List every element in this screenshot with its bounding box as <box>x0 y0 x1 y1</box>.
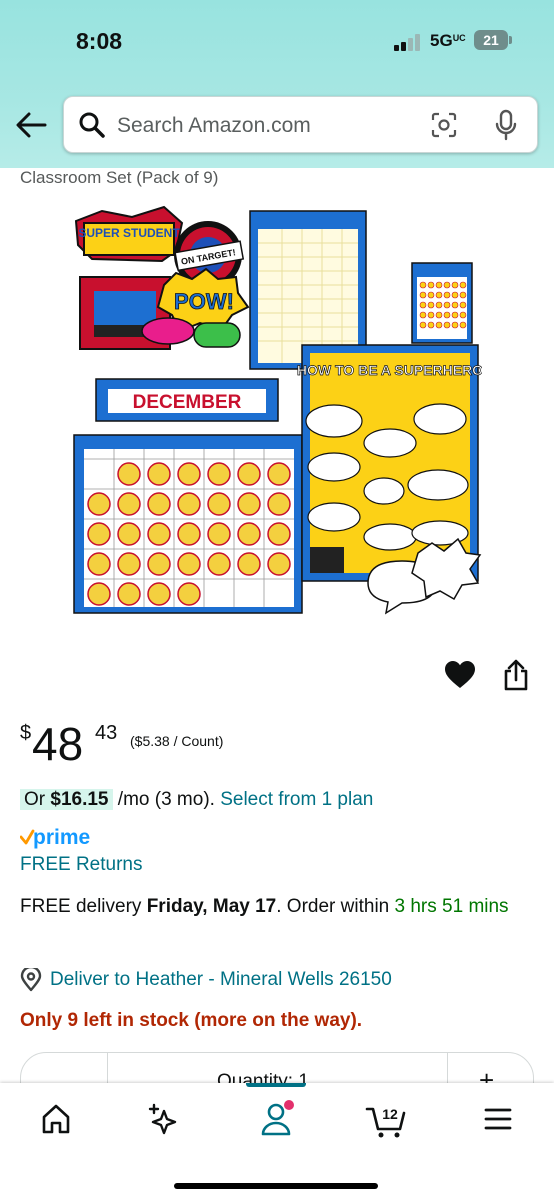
search-bar[interactable]: Search Amazon.com <box>63 96 538 153</box>
search-input[interactable]: Search Amazon.com <box>117 114 311 138</box>
plan-amount: $16.15 <box>50 789 109 810</box>
notification-dot <box>284 1100 294 1110</box>
status-time: 8:08 <box>76 28 123 54</box>
location-pin-icon <box>20 968 42 992</box>
badge-3-text: POW! <box>174 289 234 314</box>
super-student-badge: SUPER STUDENT <box>74 205 184 263</box>
badge-1-text: SUPER STUDENT <box>78 226 180 240</box>
unit-price: ($5.38 / Count) <box>130 733 224 749</box>
sticker-sheet <box>411 262 473 344</box>
delivery-info: FREE delivery Friday, May 17. Order with… <box>20 893 530 921</box>
delivery-countdown: 3 hrs 51 mins <box>394 896 509 917</box>
price-currency: $ <box>20 722 32 744</box>
microphone-icon[interactable] <box>494 109 518 141</box>
cart-icon[interactable]: 12 <box>364 1099 410 1139</box>
camera-search-icon[interactable] <box>430 111 458 139</box>
price-whole: 48 <box>32 718 84 770</box>
network-label: 5G <box>430 31 453 50</box>
plan-highlight: Or $16.15 <box>20 789 113 810</box>
rufus-sparkle-icon[interactable] <box>144 1099 184 1139</box>
free-returns-link[interactable]: FREE Returns <box>20 854 142 876</box>
account-tab-underline <box>246 1083 306 1087</box>
installment-plan: Or $16.15 /mo (3 mo). Select from 1 plan <box>20 786 373 814</box>
share-icon[interactable] <box>502 659 530 691</box>
battery-icon: 21 <box>474 30 512 50</box>
deliver-to-text: Deliver to Heather - Mineral Wells 26150 <box>50 969 392 990</box>
delivery-middle: . Order within <box>276 896 395 917</box>
cart-count: 12 <box>382 1106 398 1122</box>
stock-status: Only 9 left in stock (more on the way). <box>20 1010 363 1031</box>
menu-icon[interactable] <box>478 1099 518 1139</box>
product-title: Classroom Set (Pack of 9) <box>20 168 219 187</box>
month-text: DECEMBER <box>133 392 242 413</box>
signal-strength-icon <box>394 33 422 51</box>
product-image[interactable]: SUPER STUDENT ON TARGET! POW! DECEMBER H… <box>72 203 482 623</box>
battery-level: 21 <box>483 32 499 48</box>
poster-title: HOW TO BE A SUPERHERO <box>297 362 482 378</box>
plan-prefix: Or <box>24 789 51 810</box>
heart-icon[interactable] <box>444 660 476 690</box>
account-icon[interactable] <box>256 1099 296 1139</box>
prime-label: prime <box>33 826 90 849</box>
plan-term: /mo (3 mo). <box>112 789 221 810</box>
month-header: DECEMBER <box>95 378 279 422</box>
network-indicator: 5GUC <box>430 31 466 51</box>
price-fraction: 43 <box>95 722 118 744</box>
prime-logo: prime <box>20 826 90 849</box>
mask-green <box>193 322 241 348</box>
header: 8:08 5GUC 21 Search Amazon.com <box>0 0 554 168</box>
back-arrow-icon[interactable] <box>14 108 48 142</box>
delivery-date: Friday, May 17 <box>146 896 277 917</box>
select-plan-link[interactable]: Select from 1 plan <box>220 789 373 810</box>
home-indicator <box>174 1183 378 1189</box>
delivery-prefix: FREE delivery <box>20 896 147 917</box>
search-icon <box>79 112 105 138</box>
calendar <box>73 434 303 614</box>
network-suffix: UC <box>452 33 466 43</box>
mask-pink <box>141 317 195 345</box>
home-icon[interactable] <box>36 1099 76 1139</box>
